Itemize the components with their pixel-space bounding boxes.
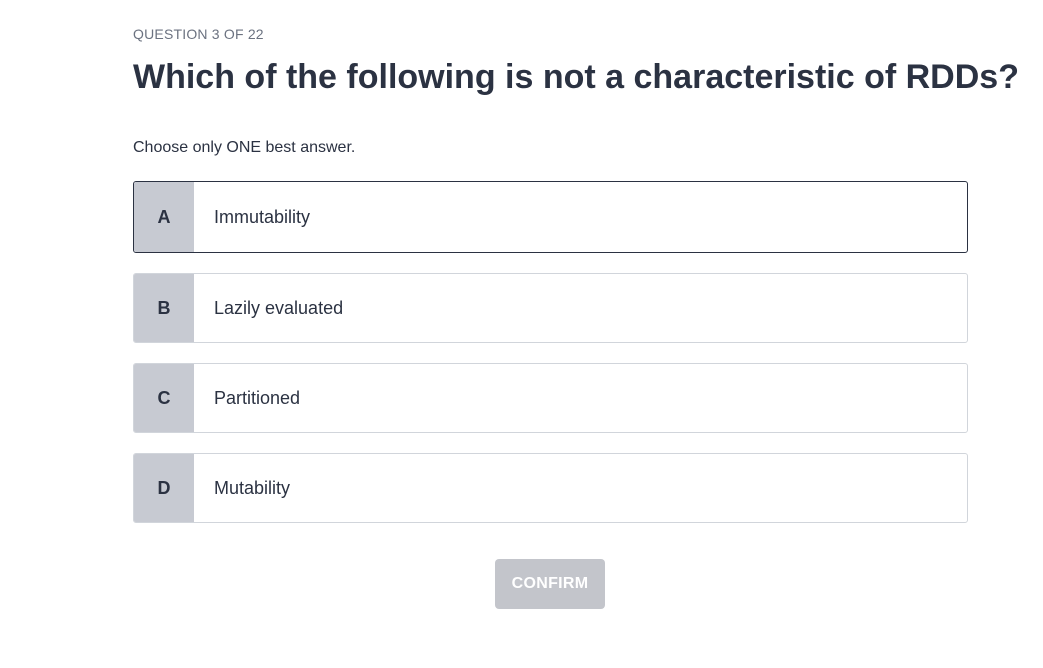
answer-instruction: Choose only ONE best answer. (133, 139, 356, 156)
option-letter: D (134, 454, 194, 522)
option-letter: A (134, 182, 194, 252)
quiz-page: QUESTION 3 OF 22 Which of the following … (0, 0, 1043, 668)
option-text: Mutability (214, 477, 291, 498)
question-title: Which of the following is not a characte… (133, 58, 1019, 96)
confirm-button[interactable]: CONFIRM (495, 559, 605, 609)
option-letter: B (134, 274, 194, 342)
option-letter: C (134, 364, 194, 432)
answer-option-c[interactable]: C Partitioned (133, 363, 968, 433)
answer-option-a[interactable]: A Immutability (133, 181, 968, 253)
option-text: Lazily evaluated (214, 297, 344, 318)
answer-options: A Immutability B Lazily evaluated C Part… (133, 181, 968, 543)
answer-option-d[interactable]: D Mutability (133, 453, 968, 523)
question-counter: QUESTION 3 OF 22 (133, 26, 264, 42)
answer-option-b[interactable]: B Lazily evaluated (133, 273, 968, 343)
option-text: Immutability (214, 206, 311, 227)
option-text: Partitioned (214, 387, 301, 408)
